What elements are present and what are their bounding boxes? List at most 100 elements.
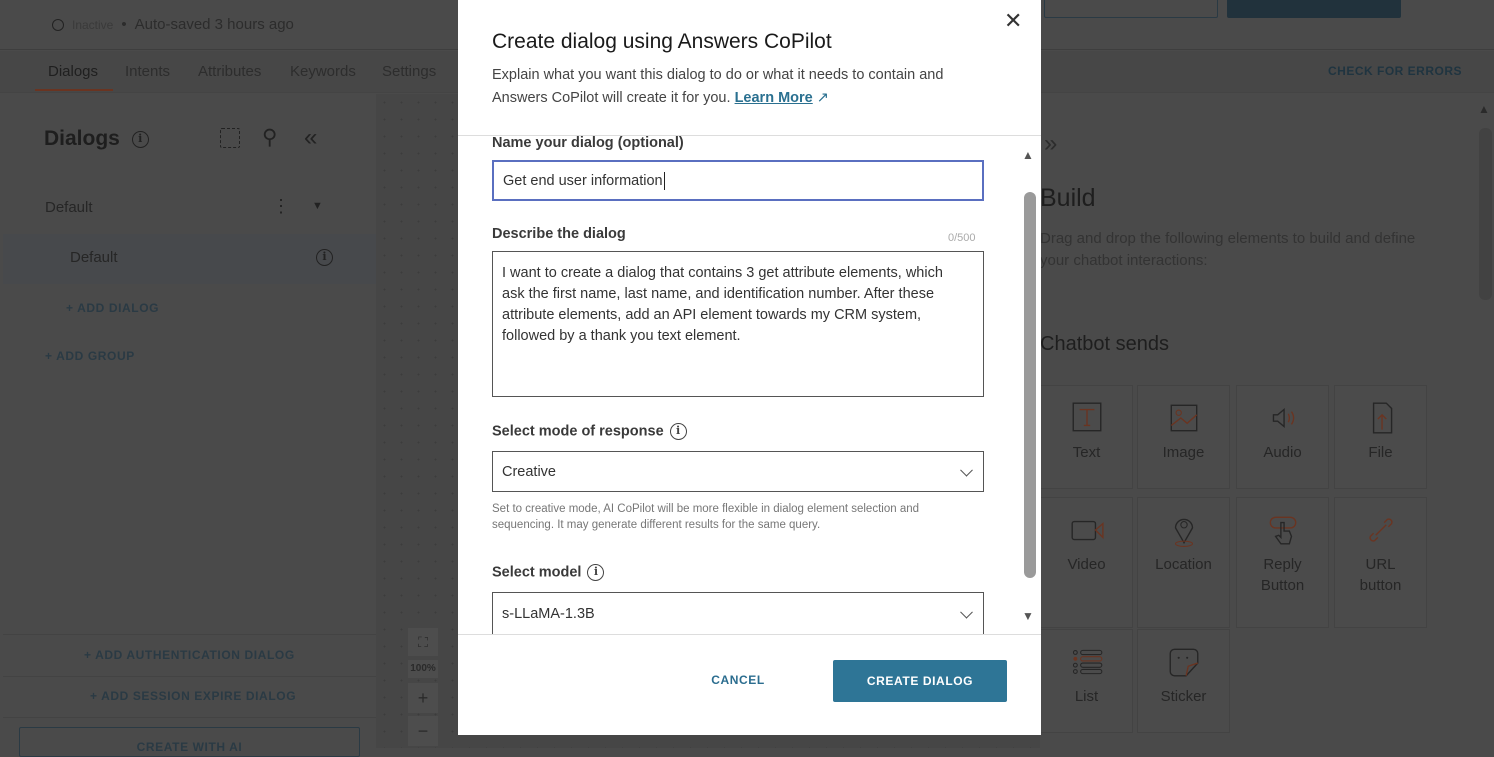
- list-icon: [1072, 649, 1102, 675]
- element-tile-audio[interactable]: Audio: [1236, 385, 1329, 489]
- text-cursor: [663, 171, 665, 190]
- scroll-up-icon[interactable]: ▲: [1478, 102, 1490, 116]
- audio-icon: [1272, 408, 1294, 428]
- element-tile-location[interactable]: Location: [1137, 497, 1230, 628]
- fit-view-icon[interactable]: ⛶: [408, 628, 438, 656]
- cancel-button[interactable]: CANCEL: [688, 660, 788, 701]
- sidebar-title-text: Dialogs: [44, 127, 120, 150]
- modal-scrollbar[interactable]: [1024, 192, 1036, 578]
- close-icon[interactable]: ✕: [1004, 8, 1022, 34]
- tab-settings[interactable]: Settings: [382, 63, 436, 80]
- group-default[interactable]: Default: [45, 199, 93, 216]
- create-with-ai-label: CREATE WITH AI: [136, 740, 243, 754]
- element-label: List: [1074, 688, 1099, 705]
- element-label: Video: [1067, 556, 1106, 573]
- build-title: Build: [1040, 184, 1096, 212]
- element-label: Image: [1162, 444, 1205, 461]
- scroll-down-icon[interactable]: ▼: [1022, 609, 1034, 623]
- separator-dot: •: [121, 16, 127, 33]
- zoom-level: 100%: [408, 660, 438, 678]
- sidebar-title: Dialogs i: [44, 127, 149, 151]
- add-session-expire-button[interactable]: + ADD SESSION EXPIRE DIALOG: [90, 689, 296, 703]
- search-icon[interactable]: ⚲: [262, 125, 277, 150]
- describe-textarea[interactable]: I want to create a dialog that contains …: [492, 251, 984, 397]
- mode-label-text: Select mode of response: [492, 423, 664, 440]
- zoom-in-button[interactable]: +: [408, 683, 438, 713]
- info-icon[interactable]: i: [131, 130, 149, 148]
- status-row: Inactive • Auto-saved 3 hours ago: [52, 16, 294, 33]
- add-dialog-button[interactable]: + ADD DIALOG: [66, 301, 159, 315]
- element-label: Text: [1072, 444, 1101, 461]
- element-tile-file[interactable]: File: [1334, 385, 1427, 489]
- dialog-name-value: Get end user information: [503, 172, 663, 189]
- info-icon[interactable]: i: [669, 423, 687, 440]
- name-label: Name your dialog (optional): [492, 135, 684, 151]
- model-value: s-LLaMA-1.3B: [502, 605, 595, 622]
- element-tile-reply-button[interactable]: Reply Button: [1236, 497, 1329, 628]
- element-tile-sticker[interactable]: Sticker: [1137, 629, 1230, 733]
- link-icon: [1368, 518, 1393, 542]
- tab-attributes[interactable]: Attributes: [198, 63, 261, 80]
- sticker-icon: [1169, 648, 1198, 677]
- status-circle-icon: [52, 18, 64, 31]
- add-group-button[interactable]: + ADD GROUP: [45, 349, 135, 363]
- more-options-icon[interactable]: ⋮: [272, 196, 290, 217]
- expand-icon[interactable]: »: [1044, 130, 1057, 158]
- image-icon: [1170, 404, 1197, 432]
- element-label: URL button: [1359, 556, 1402, 594]
- caret-down-icon[interactable]: ▼: [312, 200, 323, 212]
- element-tile-list[interactable]: List: [1040, 629, 1133, 733]
- divider: [3, 717, 376, 718]
- modal-title: Create dialog using Answers CoPilot: [492, 30, 832, 53]
- tab-keywords[interactable]: Keywords: [290, 63, 356, 80]
- add-auth-dialog-button[interactable]: + ADD AUTHENTICATION DIALOG: [84, 648, 295, 662]
- info-icon[interactable]: i: [587, 564, 605, 581]
- info-icon[interactable]: i: [316, 249, 333, 266]
- chatbot-sends-heading: Chatbot sends: [1040, 333, 1169, 355]
- dialog-default[interactable]: Default: [70, 249, 118, 266]
- location-icon: [1174, 518, 1193, 547]
- element-tile-video[interactable]: Video: [1040, 497, 1133, 628]
- element-label: Audio: [1263, 444, 1302, 461]
- chevron-down-icon: [960, 605, 973, 619]
- element-label: Location: [1155, 556, 1212, 573]
- mode-value: Creative: [502, 463, 556, 480]
- learn-more-link[interactable]: Learn More: [735, 90, 813, 106]
- modal-description-text: Explain what you want this dialog to do …: [492, 67, 944, 106]
- char-counter: 0/500: [948, 232, 976, 244]
- model-select[interactable]: s-LLaMA-1.3B: [492, 592, 984, 634]
- text-icon: [1072, 402, 1101, 432]
- collapse-icon[interactable]: «: [304, 124, 317, 152]
- element-label: Reply Button: [1260, 556, 1305, 594]
- top-primary-button[interactable]: [1227, 0, 1401, 18]
- active-tab-indicator: [35, 89, 113, 91]
- modal-description: Explain what you want this dialog to do …: [492, 64, 992, 110]
- element-tile-image[interactable]: Image: [1137, 385, 1230, 489]
- video-icon: [1070, 520, 1104, 541]
- element-label: Sticker: [1160, 688, 1207, 705]
- create-dialog-modal: ✕ Create dialog using Answers CoPilot Ex…: [458, 0, 1041, 735]
- model-label: Select model i: [492, 564, 605, 581]
- mode-select[interactable]: Creative: [492, 451, 984, 492]
- mode-help-text: Set to creative mode, AI CoPilot will be…: [492, 503, 920, 531]
- reply-button-icon: [1269, 516, 1296, 545]
- element-tile-text[interactable]: Text: [1040, 385, 1133, 489]
- filter-icon[interactable]: [220, 128, 240, 148]
- panel-scrollbar[interactable]: [1479, 128, 1492, 300]
- chevron-down-icon: [960, 463, 973, 477]
- tab-dialogs[interactable]: Dialogs: [48, 63, 98, 80]
- mode-label: Select mode of response i: [492, 423, 687, 440]
- scroll-up-icon[interactable]: ▲: [1022, 148, 1034, 162]
- top-secondary-button[interactable]: [1044, 0, 1218, 18]
- divider: [3, 676, 376, 677]
- external-link-icon[interactable]: ↗: [817, 90, 829, 106]
- dialog-name-input[interactable]: Get end user information: [492, 160, 984, 201]
- element-tile-url-button[interactable]: URL button: [1334, 497, 1427, 628]
- check-errors-button[interactable]: CHECK FOR ERRORS: [1328, 64, 1462, 78]
- create-with-ai-button[interactable]: CREATE WITH AI: [19, 727, 360, 757]
- zoom-out-button[interactable]: −: [408, 716, 438, 746]
- tab-intents[interactable]: Intents: [125, 63, 170, 80]
- divider: [458, 634, 1041, 635]
- create-dialog-button[interactable]: CREATE DIALOG: [833, 660, 1007, 702]
- autosave-text: Auto-saved 3 hours ago: [134, 16, 294, 33]
